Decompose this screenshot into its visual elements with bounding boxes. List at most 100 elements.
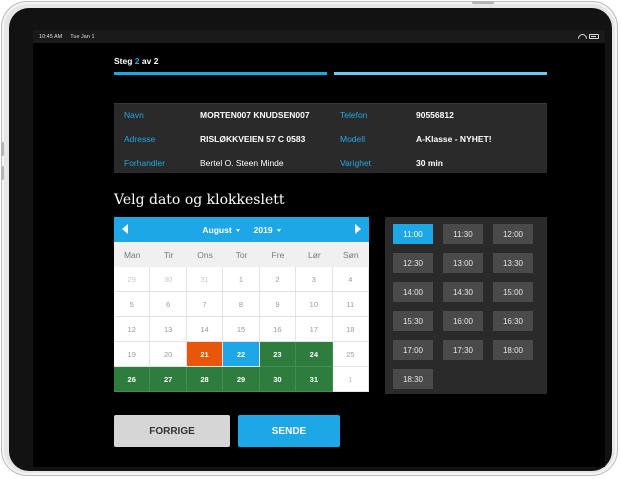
calendar-day-available[interactable]: 28 [186,367,224,392]
calendar-day-available[interactable]: 30 [259,367,297,392]
time-slot-button[interactable]: 11:30 [443,224,483,244]
send-button[interactable]: SENDE [238,415,340,447]
calendar-day-past: 13 [150,317,187,342]
modell-label: Modell [340,134,366,144]
volume-down-button [1,166,4,180]
calendar-day-past: 17 [296,317,333,342]
booking-summary: Navn MORTEN007 KNUDSEN007 Telefon 905568… [114,103,547,173]
calendar-day-past: 20 [150,342,187,367]
time-slot-button[interactable]: 17:00 [393,340,433,360]
weekday-label: Ons [197,249,213,260]
time-slot-panel: 11:00 11:30 12:00 12:30 13:00 13:30 14:00 14:30… [385,217,547,394]
time-slot-button[interactable]: 17:30 [443,340,483,360]
weekday-label: Man [123,249,141,260]
calendar-day-past: 7 [186,292,224,317]
battery-icon [589,34,599,39]
calendar-day-past: 1 [223,267,260,292]
forhandler-label: Forhandler [124,158,166,168]
calendar-day-past: 19 [114,342,151,367]
calendar-day-available[interactable]: 27 [150,367,187,392]
tablet-bezel: 10:45 AM Tue Jan 1 Steg 2 av 2 Navn MORT… [9,8,612,471]
time-slot-button[interactable]: 14:30 [443,282,483,302]
time-slot-button[interactable]: 18:30 [393,369,433,389]
calendar-day-past: 4 [332,267,369,292]
calendar-day-past: 25 [332,342,369,367]
weekday-header: Man Tir Ons Tor Fre Lør Søn [114,242,369,267]
calendar-day-past: 10 [296,292,333,317]
calendar-day-past: 12 [114,317,151,342]
calendar-day-past: 15 [223,317,260,342]
calendar-day-past: 9 [259,292,297,317]
calendar-header: August 2019 [114,217,369,242]
varighet-label: Varighet [340,158,372,168]
time-slot-button[interactable]: 18:00 [493,340,533,360]
navn-value: MORTEN007 KNUDSEN007 [200,110,310,120]
month-select[interactable]: August [202,224,240,235]
calendar-day-past: 3 [296,267,333,292]
step-separator: av [141,56,152,66]
calendar-day-past: 18 [332,317,369,342]
month-label: August [202,224,232,235]
volume-up-button [1,142,4,156]
back-button[interactable]: FORRIGE [114,415,230,447]
year-select[interactable]: 2019 [254,225,281,235]
calendar-day-selected[interactable]: 22 [223,342,260,367]
status-date: Tue Jan 1 [70,33,95,40]
prev-month-icon[interactable] [122,224,128,234]
step-current: 2 [134,56,140,66]
calendar-day-other: 30 [150,267,187,292]
next-month-icon[interactable] [355,224,361,234]
calendar-day-available[interactable]: 24 [296,342,333,367]
time-slot-button[interactable]: 14:00 [393,282,433,302]
step-total: 2 [153,56,159,66]
year-label: 2019 [253,224,273,235]
calendar-day-available[interactable]: 23 [259,342,297,367]
telefon-value: 90556812 [416,110,454,120]
time-slot-button[interactable]: 13:00 [443,253,483,273]
time-slot-button[interactable]: 16:00 [443,311,483,331]
step-indicator: Steg 2 av 2 [114,56,158,66]
time-slot-button[interactable]: 15:30 [393,311,433,331]
calendar-day-available[interactable]: 29 [223,367,260,392]
screen: 10:45 AM Tue Jan 1 Steg 2 av 2 Navn MORT… [33,30,605,467]
status-bar: 10:45 AM Tue Jan 1 [33,30,605,43]
chevron-down-icon [235,228,240,232]
calendar-day-past: 14 [186,317,224,342]
calendar-day-available[interactable]: 26 [114,367,151,392]
varighet-value: 30 min [416,158,443,168]
calendar-day-available[interactable]: 31 [296,367,333,392]
adresse-label: Adresse [124,134,156,144]
progress-step-1 [114,72,327,75]
time-slot-button[interactable]: 12:00 [493,224,533,244]
telefon-label: Telefon [340,110,368,120]
weekday-label: Fre [271,249,285,260]
step-prefix: Steg [114,56,133,66]
calendar-day-past: 2 [259,267,297,292]
forhandler-value: Bertel O. Steen Minde [200,158,284,168]
calendar-day-past: 16 [259,317,297,342]
weekday-label: Lør [307,249,321,260]
navn-label: Navn [124,110,144,120]
calendar-day-past: 8 [223,292,260,317]
section-heading: Velg dato og klokkeslett [114,192,285,208]
chevron-down-icon [276,228,281,232]
time-slot-button[interactable]: 16:30 [493,311,533,331]
calendar-day-other: 29 [114,267,151,292]
modell-value: A-Klasse - NYHET! [416,134,492,144]
calendar-day-past: 5 [114,292,151,317]
calendar-day-past: 11 [332,292,369,317]
time-slot-button[interactable]: 12:30 [393,253,433,273]
calendar-days: 29 30 31 1 2 3 4 5 6 7 8 9 10 11 12 13 14 15 16 17 18 19 20 21 2… [114,267,369,392]
weekday-label: Søn [342,249,359,260]
calendar-day-today: 21 [186,342,224,367]
adresse-value: RISLØKKVEIEN 57 C 0583 [200,134,306,144]
time-slot-button[interactable]: 13:30 [493,253,533,273]
time-slot-button[interactable]: 15:00 [493,282,533,302]
calendar-day-disabled: 1 [332,367,369,392]
calendar-day-other: 31 [186,267,224,292]
wifi-icon [578,34,585,39]
time-slot-button[interactable]: 11:00 [393,224,433,244]
power-button [472,1,494,4]
weekday-label: Tor [235,249,248,260]
status-time: 10:45 AM [39,33,63,40]
